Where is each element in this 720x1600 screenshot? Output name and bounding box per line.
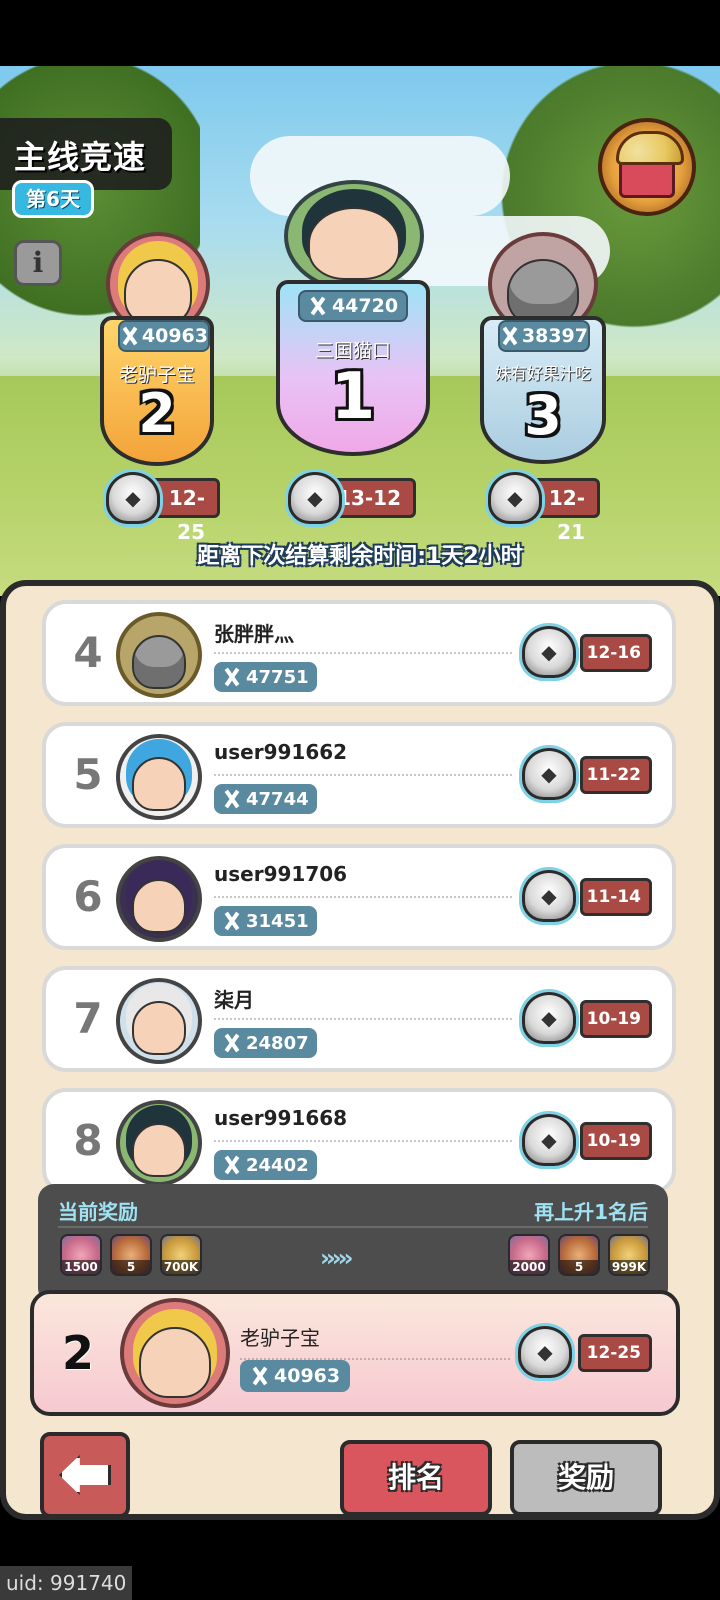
gem-icon[interactable]: 2000: [508, 1234, 550, 1276]
next-reward-label: 再上升1名后: [534, 1200, 648, 1224]
sword-icon: [120, 326, 138, 346]
avatar: [116, 856, 202, 942]
sword-icon: [250, 1366, 270, 1386]
divider: [214, 1018, 512, 1020]
row-rank: 6: [73, 872, 103, 921]
wolf-emblem-icon: ◆: [522, 870, 576, 922]
divider: [214, 774, 512, 776]
row-score: 47751: [214, 662, 317, 692]
row-name: 柒月: [214, 988, 254, 1012]
row-score: 47744: [214, 784, 317, 814]
coin-icon[interactable]: 700K: [160, 1234, 202, 1276]
wolf-emblem-icon: ◆: [488, 472, 542, 524]
podium-2-rank: 2: [138, 382, 176, 445]
current-reward-label: 当前奖励: [58, 1200, 138, 1224]
row-rank: 7: [73, 994, 103, 1043]
row-name: 张胖胖灬: [214, 622, 294, 646]
item-count: 700K: [162, 1260, 200, 1274]
gift-box-icon[interactable]: [598, 118, 696, 216]
row-score: 24402: [214, 1150, 317, 1180]
card-icon[interactable]: 5: [110, 1234, 152, 1276]
wolf-emblem-icon: ◆: [518, 1326, 572, 1378]
podium-3-rank: 3: [524, 384, 562, 447]
coin-icon[interactable]: 999K: [608, 1234, 650, 1276]
podium-1-score: 44720: [298, 290, 408, 322]
podium-1-rank: 1: [330, 360, 376, 434]
row-rank: 4: [73, 628, 103, 677]
divider: [214, 652, 512, 654]
table-row[interactable]: 6 user991706 31451 11-14 ◆: [42, 844, 676, 950]
podium-2-score: 40963: [118, 320, 210, 352]
page-title: 主线竞速: [14, 138, 147, 176]
divider: [214, 1140, 512, 1142]
row-name: user991706: [214, 862, 348, 886]
podium-1-name: 三国猫口: [314, 340, 391, 362]
table-row[interactable]: 8 user991668 24402 10-19 ◆: [42, 1088, 676, 1190]
uid-label: uid: 991740: [0, 1566, 133, 1600]
row-rank: 8: [73, 1116, 103, 1165]
settlement-countdown: 距离下次结算剩余时间:1天2小时: [197, 544, 523, 569]
sword-icon: [222, 789, 242, 809]
sword-icon: [308, 296, 328, 316]
my-name: 老驴子宝: [240, 1326, 320, 1350]
row-stage: 11-22: [580, 756, 652, 794]
sword-icon: [500, 326, 518, 346]
my-stage: 12-25: [578, 1334, 652, 1372]
row-stage: 10-19: [580, 1000, 652, 1038]
wolf-emblem-icon: ◆: [522, 626, 576, 678]
day-badge: 第6天: [12, 180, 94, 218]
row-stage: 10-19: [580, 1122, 652, 1160]
progress-arrows-icon: ›››››: [320, 1244, 354, 1272]
row-score: 24807: [214, 1028, 317, 1058]
wolf-emblem-icon: ◆: [522, 1114, 576, 1166]
wolf-emblem-icon: ◆: [288, 472, 342, 524]
table-row[interactable]: 5 user991662 47744 11-22 ◆: [42, 722, 676, 828]
avatar: [120, 1298, 230, 1408]
row-score: 31451: [214, 906, 317, 936]
back-arrow-icon: [59, 1455, 111, 1495]
sword-icon: [222, 1155, 242, 1175]
info-icon[interactable]: i: [14, 240, 62, 286]
podium-3-name: 妹有好果汁吃: [494, 364, 591, 383]
wolf-emblem-icon: ◆: [522, 748, 576, 800]
sword-icon: [222, 1033, 242, 1053]
my-score: 40963: [240, 1360, 351, 1392]
card-icon[interactable]: 5: [558, 1234, 600, 1276]
podium-3-score: 38397: [498, 320, 590, 352]
back-button[interactable]: [40, 1432, 130, 1518]
row-name: user991668: [214, 1106, 348, 1130]
wolf-emblem-icon: ◆: [522, 992, 576, 1044]
item-count: 1500: [62, 1260, 100, 1274]
table-row[interactable]: 4 张胖胖灬 47751 12-16 ◆: [42, 600, 676, 706]
wolf-emblem-icon: ◆: [106, 472, 160, 524]
ranking-list[interactable]: 4 张胖胖灬 47751 12-16 ◆ 5 user991662 47744 …: [36, 600, 684, 1190]
row-name: user991662: [214, 740, 348, 764]
podium-1-avatar[interactable]: [284, 180, 424, 292]
item-count: 5: [560, 1260, 598, 1274]
item-count: 999K: [610, 1260, 648, 1274]
row-rank: 5: [73, 750, 103, 799]
my-rank: 2: [62, 1326, 95, 1380]
sword-icon: [222, 667, 242, 687]
gem-icon[interactable]: 1500: [60, 1234, 102, 1276]
avatar: [116, 612, 202, 698]
avatar: [116, 978, 202, 1064]
row-stage: 12-16: [580, 634, 652, 672]
my-rank-row[interactable]: 2 老驴子宝 40963 ◆ 12-25: [30, 1290, 680, 1416]
row-stage: 11-14: [580, 878, 652, 916]
avatar: [116, 734, 202, 820]
divider: [214, 896, 512, 898]
avatar: [116, 1100, 202, 1186]
tab-ranking[interactable]: 排名: [340, 1440, 492, 1516]
divider: [58, 1226, 648, 1228]
item-count: 5: [112, 1260, 150, 1274]
tab-rewards[interactable]: 奖励: [510, 1440, 662, 1516]
item-count: 2000: [510, 1260, 548, 1274]
sword-icon: [222, 911, 242, 931]
table-row[interactable]: 7 柒月 24807 10-19 ◆: [42, 966, 676, 1072]
